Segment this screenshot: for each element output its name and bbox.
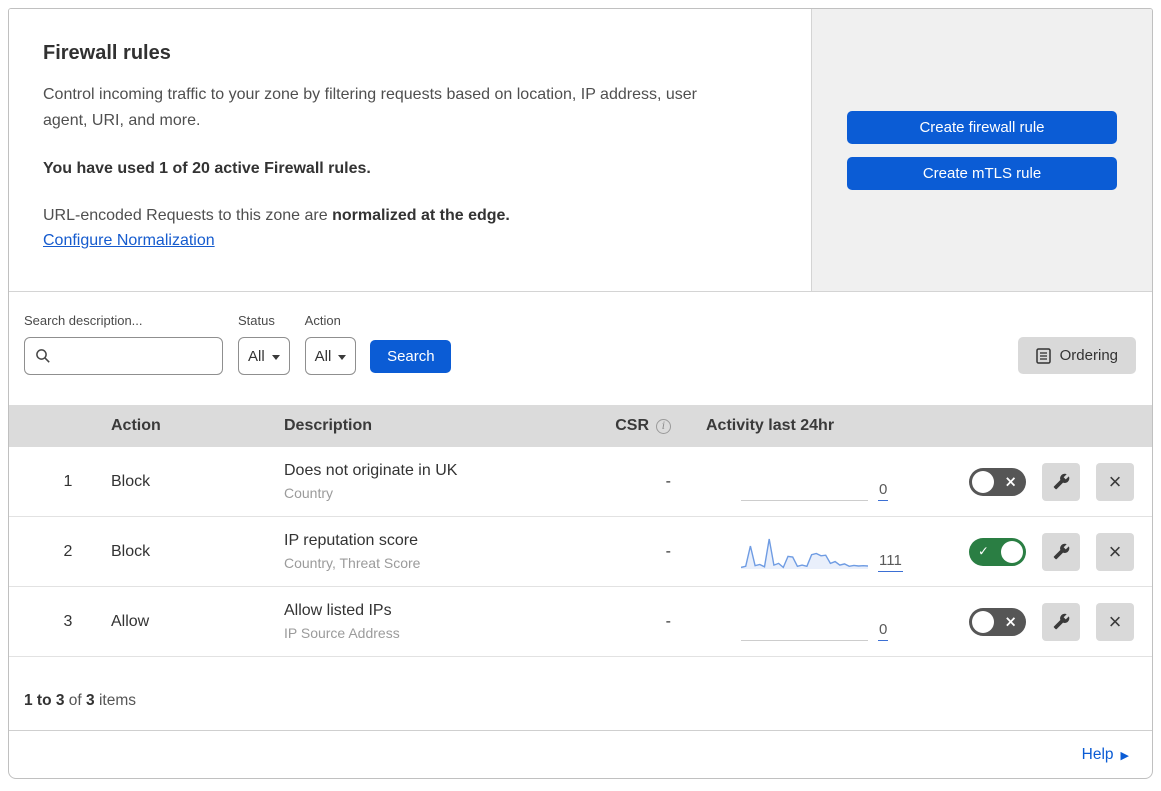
table-row: 3 Allow Allow listed IPs IP Source Addre… <box>9 587 1152 657</box>
search-label: Search description... <box>24 313 143 328</box>
rule-description: Allow listed IPs <box>284 602 392 619</box>
overview-section: Firewall rules Control incoming traffic … <box>9 9 1152 292</box>
status-filter-group: Status All <box>238 313 290 375</box>
firewall-rules-page: Firewall rules Control incoming traffic … <box>8 8 1153 779</box>
activity-count-link[interactable]: 0 <box>878 482 889 501</box>
chevron-down-icon <box>271 354 280 360</box>
action-dropdown-value: All <box>314 347 332 365</box>
rule-controls: ✓ × × <box>934 532 1152 571</box>
filter-bar: Search description... Status All Action … <box>9 292 1152 405</box>
search-box[interactable] <box>24 337 223 375</box>
rule-number: 3 <box>63 612 73 630</box>
rule-number: 1 <box>63 472 73 490</box>
status-dropdown-value: All <box>248 347 265 365</box>
action-dropdown[interactable]: All <box>304 337 357 375</box>
rule-match-fields: Country, Threat Score <box>284 555 421 571</box>
edit-rule-button[interactable] <box>1042 462 1080 501</box>
items-total: 3 <box>86 691 95 709</box>
rule-description-cell: IP reputation score Country, Threat Scor… <box>284 532 594 571</box>
toggle-knob <box>972 610 994 633</box>
rule-enabled-toggle[interactable]: ✓ × <box>969 537 1026 566</box>
rule-description: Does not originate in UK <box>284 462 458 479</box>
rule-csr-value: - <box>665 612 671 630</box>
search-icon <box>36 349 50 363</box>
wrench-icon <box>1053 473 1069 490</box>
wrench-icon <box>1053 613 1069 630</box>
delete-rule-button[interactable]: × <box>1096 602 1134 641</box>
activity-count-link[interactable]: 111 <box>878 553 903 572</box>
rule-activity-cell: 111 <box>689 532 934 572</box>
rule-controls: ✓ × × <box>934 602 1152 641</box>
check-icon: ✓ <box>978 544 989 559</box>
pagination-summary: 1 to 3 of 3 items <box>9 657 1152 731</box>
chevron-down-icon <box>338 354 347 360</box>
edit-rule-button[interactable] <box>1042 532 1080 571</box>
help-bar: Help ▶ <box>9 731 1152 778</box>
close-icon: × <box>1108 468 1122 494</box>
column-action: Action <box>111 417 161 434</box>
rule-match-fields: Country <box>284 485 334 501</box>
close-icon: × <box>1108 608 1122 634</box>
toggle-knob <box>1001 540 1023 563</box>
rule-action: Allow <box>111 612 150 630</box>
search-input[interactable] <box>58 348 212 364</box>
rule-enabled-toggle[interactable]: ✓ × <box>969 467 1026 496</box>
x-icon: × <box>1004 472 1017 490</box>
info-icon[interactable]: i <box>656 418 671 434</box>
delete-rule-button[interactable]: × <box>1096 532 1134 571</box>
rule-controls: ✓ × × <box>934 462 1152 501</box>
wrench-icon <box>1053 543 1069 560</box>
create-firewall-rule-button[interactable]: Create firewall rule <box>847 110 1117 144</box>
close-icon: × <box>1108 538 1122 564</box>
rule-action: Block <box>111 542 151 560</box>
action-filter-group: Action All <box>304 313 357 375</box>
x-icon: × <box>1004 612 1017 630</box>
search-field-group: Search description... <box>24 313 223 375</box>
column-csr: CSR i <box>594 417 689 435</box>
activity-sparkline <box>741 603 868 641</box>
rule-csr-value: - <box>665 542 671 560</box>
rule-activity-cell: 0 <box>689 463 934 501</box>
table-header: Action Description CSR i Activity last 2… <box>9 405 1152 447</box>
activity-sparkline <box>741 532 868 572</box>
page-description: Control incoming traffic to your zone by… <box>43 86 697 129</box>
activity-sparkline <box>741 463 868 501</box>
rule-csr-value: - <box>665 472 671 490</box>
rule-description-cell: Does not originate in UK Country <box>284 462 594 501</box>
rule-action: Block <box>111 472 151 490</box>
ordering-button-label: Ordering <box>1059 347 1118 364</box>
rule-activity-cell: 0 <box>689 603 934 641</box>
status-dropdown[interactable]: All <box>238 337 290 375</box>
ordering-list-icon <box>1035 347 1051 364</box>
action-label: Action <box>304 313 341 328</box>
status-label: Status <box>238 313 275 328</box>
rule-description-cell: Allow listed IPs IP Source Address <box>284 602 594 641</box>
activity-count-link[interactable]: 0 <box>878 622 889 641</box>
actions-panel: Create firewall rule Create mTLS rule <box>811 9 1152 291</box>
create-mtls-rule-button[interactable]: Create mTLS rule <box>847 156 1117 190</box>
toggle-knob <box>972 470 994 493</box>
usage-summary: You have used 1 of 20 active Firewall ru… <box>43 159 371 177</box>
page-title: Firewall rules <box>43 42 171 64</box>
normalization-note: URL-encoded Requests to this zone are no… <box>43 206 510 224</box>
rule-description: IP reputation score <box>284 532 419 549</box>
rule-enabled-toggle[interactable]: ✓ × <box>969 607 1026 636</box>
arrow-right-icon: ▶ <box>1120 748 1129 762</box>
rule-match-fields: IP Source Address <box>284 625 400 641</box>
column-description: Description <box>284 417 373 434</box>
column-activity: Activity last 24hr <box>706 417 835 434</box>
configure-normalization-link[interactable]: Configure Normalization <box>43 232 215 250</box>
ordering-button[interactable]: Ordering <box>1017 337 1136 374</box>
edit-rule-button[interactable] <box>1042 602 1080 641</box>
help-link[interactable]: Help ▶ <box>1082 746 1129 764</box>
rule-number: 2 <box>63 542 73 560</box>
search-button[interactable]: Search <box>370 340 452 373</box>
table-row: 2 Block IP reputation score Country, Thr… <box>9 517 1152 587</box>
items-range: 1 to 3 <box>24 691 65 709</box>
delete-rule-button[interactable]: × <box>1096 462 1134 501</box>
intro-panel: Firewall rules Control incoming traffic … <box>9 9 811 291</box>
table-row: 1 Block Does not originate in UK Country… <box>9 447 1152 517</box>
